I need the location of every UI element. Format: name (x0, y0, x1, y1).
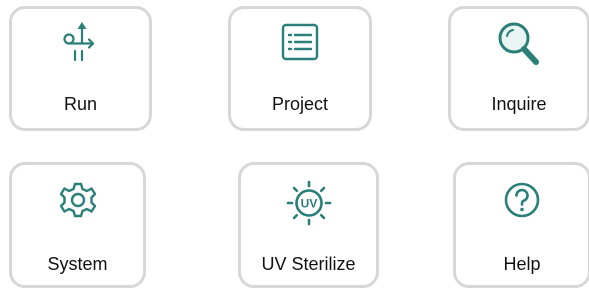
gear-icon (59, 182, 96, 218)
list-document-icon (281, 23, 319, 61)
inquire-label: Inquire (491, 94, 547, 114)
uv-sun-icon: UV (286, 180, 331, 226)
question-mark-icon (504, 182, 540, 218)
inquire-button[interactable]: Inquire (448, 6, 589, 131)
run-button[interactable]: Run (9, 6, 152, 131)
uv-sterilize-button[interactable]: UV UV Sterilize (238, 162, 379, 288)
run-label: Run (63, 94, 98, 114)
magnifier-icon (498, 22, 539, 65)
project-button[interactable]: Project (228, 6, 372, 131)
svg-text:UV: UV (300, 197, 317, 211)
help-label: Help (503, 254, 541, 274)
system-button[interactable]: System (9, 162, 146, 288)
system-label: System (47, 254, 108, 274)
run-route-icon (62, 22, 94, 62)
help-button[interactable]: Help (453, 162, 589, 288)
uv-sterilize-label: UV Sterilize (261, 254, 356, 274)
project-label: Project (271, 94, 329, 114)
